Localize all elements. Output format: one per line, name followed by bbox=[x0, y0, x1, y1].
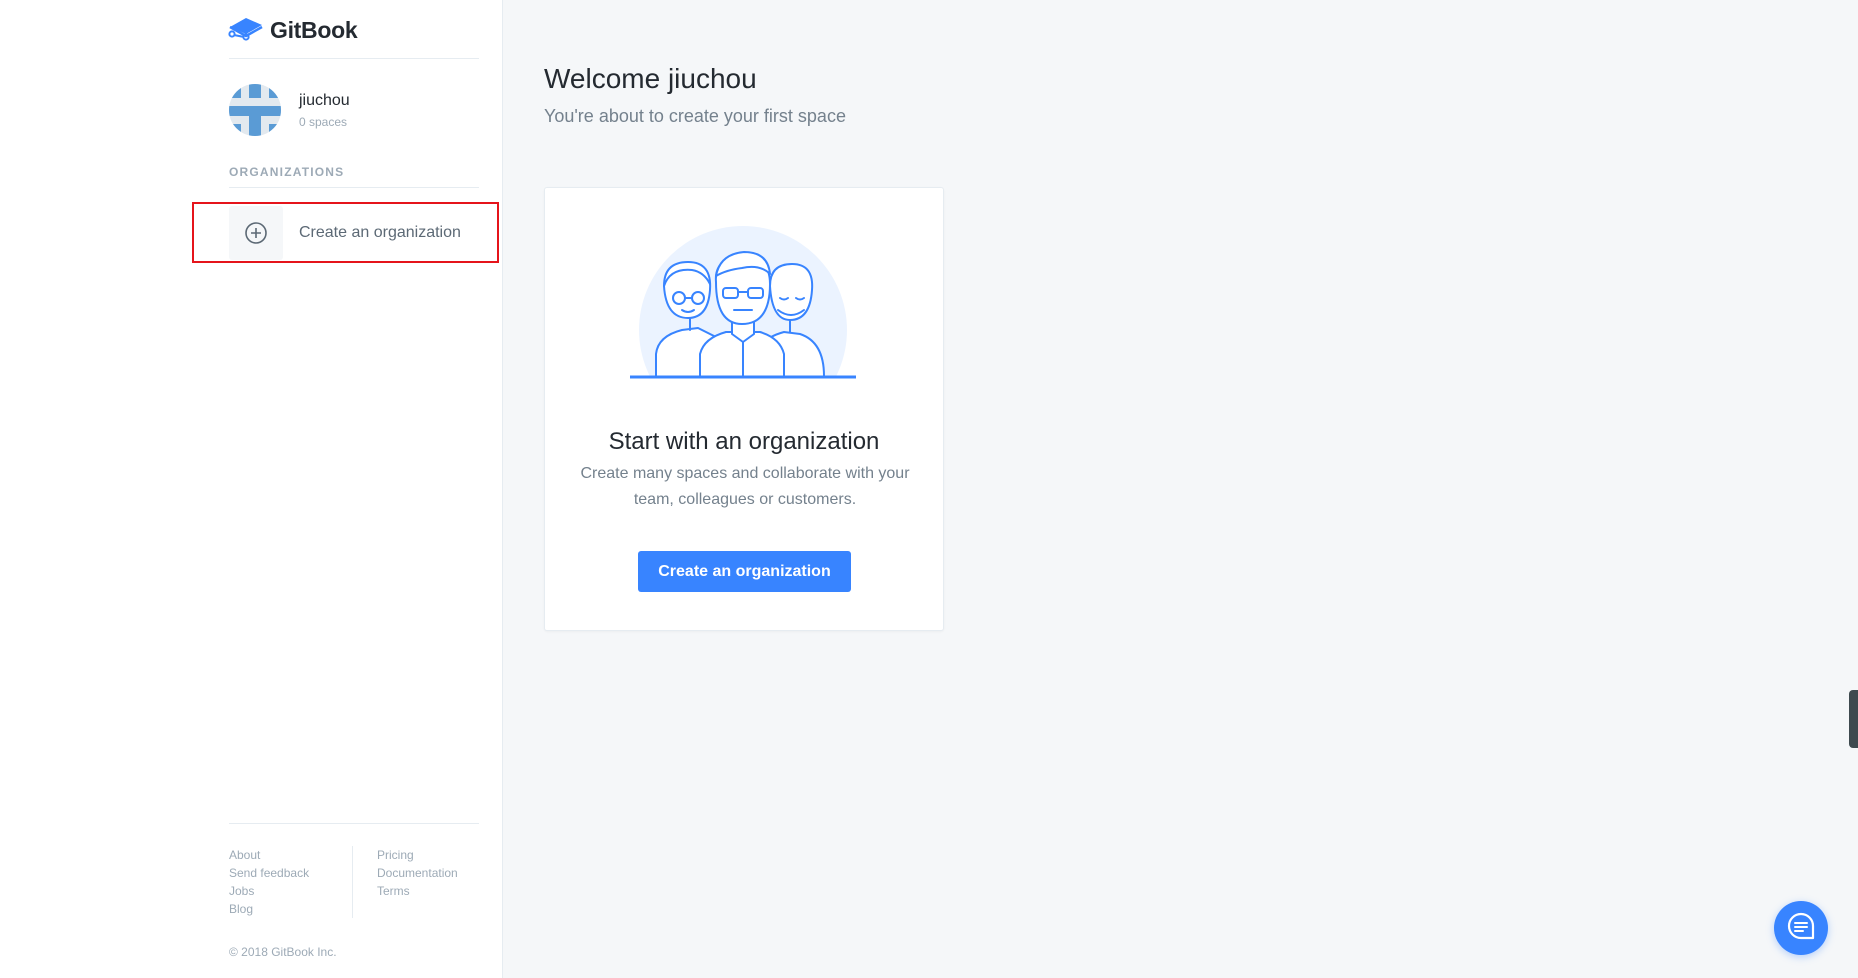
organizations-section-label: ORGANIZATIONS bbox=[229, 165, 345, 179]
footer-link-documentation[interactable]: Documentation bbox=[377, 864, 458, 882]
chat-button[interactable] bbox=[1774, 901, 1828, 955]
sidebar: GitBook jiuchou 0 spaces ORGANIZATIONS C… bbox=[0, 0, 503, 978]
footer-link-about[interactable]: About bbox=[229, 846, 352, 864]
plus-circle-icon bbox=[229, 205, 283, 260]
footer-links: About Send feedback Jobs Blog Pricing Do… bbox=[229, 846, 458, 918]
footer-link-terms[interactable]: Terms bbox=[377, 882, 458, 900]
gitbook-logo-icon bbox=[228, 14, 264, 47]
divider bbox=[229, 823, 479, 824]
scroll-handle[interactable] bbox=[1849, 690, 1858, 748]
identicon-avatar-icon bbox=[229, 84, 281, 136]
user-spaces-count: 0 spaces bbox=[299, 114, 348, 129]
main-content: Welcome jiuchou You're about to create y… bbox=[503, 0, 1858, 978]
divider bbox=[229, 187, 479, 188]
footer-link-blog[interactable]: Blog bbox=[229, 900, 352, 918]
gitbook-logo[interactable]: GitBook bbox=[228, 14, 358, 47]
onboarding-card: Start with an organization Create many s… bbox=[544, 187, 944, 631]
copyright: © 2018 GitBook Inc. bbox=[229, 945, 337, 959]
card-title: Start with an organization bbox=[608, 428, 880, 455]
user-name[interactable]: jiuchou bbox=[299, 92, 350, 110]
create-organization-button[interactable]: Create an organization bbox=[638, 551, 851, 592]
divider bbox=[229, 58, 479, 59]
card-description: Create many spaces and collaborate with … bbox=[580, 465, 910, 508]
create-organization-label: Create an organization bbox=[299, 223, 461, 241]
user-profile[interactable]: jiuchou 0 spaces bbox=[229, 84, 350, 136]
avatar[interactable] bbox=[229, 84, 281, 136]
page-subtitle: You're about to create your first space bbox=[544, 106, 846, 126]
page-title: Welcome jiuchou bbox=[544, 63, 757, 94]
footer-link-pricing[interactable]: Pricing bbox=[377, 846, 458, 864]
team-people-illustration-icon bbox=[630, 226, 856, 386]
gitbook-logo-text: GitBook bbox=[270, 17, 358, 43]
footer-link-jobs[interactable]: Jobs bbox=[229, 882, 352, 900]
chat-bubble-icon bbox=[1786, 911, 1816, 946]
sidebar-create-organization[interactable]: Create an organization bbox=[192, 202, 499, 263]
footer-link-send-feedback[interactable]: Send feedback bbox=[229, 864, 352, 882]
